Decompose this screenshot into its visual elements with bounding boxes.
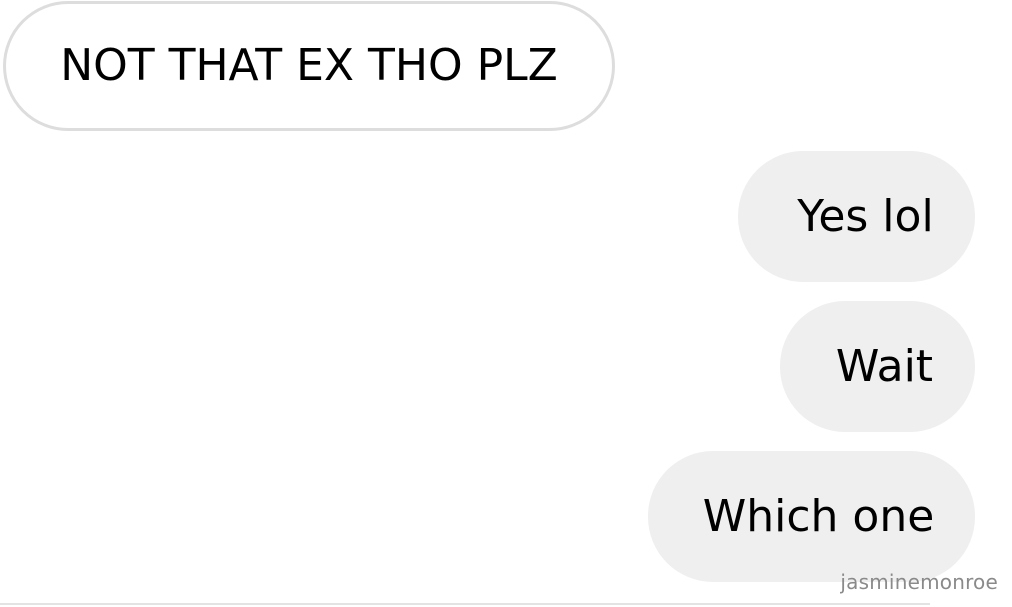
incoming-message-text: NOT THAT EX THO PLZ [60,40,558,91]
outgoing-message-bubble[interactable]: Which one [648,451,975,582]
incoming-message-bubble[interactable]: NOT THAT EX THO PLZ [3,1,615,131]
bottom-divider [0,603,930,605]
watermark: jasminemonroe [840,570,998,594]
outgoing-message-text: Yes lol [797,190,934,242]
outgoing-message-bubble[interactable]: Wait [780,301,975,432]
outgoing-message-text: Wait [835,340,934,392]
outgoing-message-bubble[interactable]: Yes lol [738,151,975,282]
message-thread: NOT THAT EX THO PLZ Yes lol Wait Which o… [0,0,1012,607]
outgoing-message-text: Which one [702,490,935,542]
